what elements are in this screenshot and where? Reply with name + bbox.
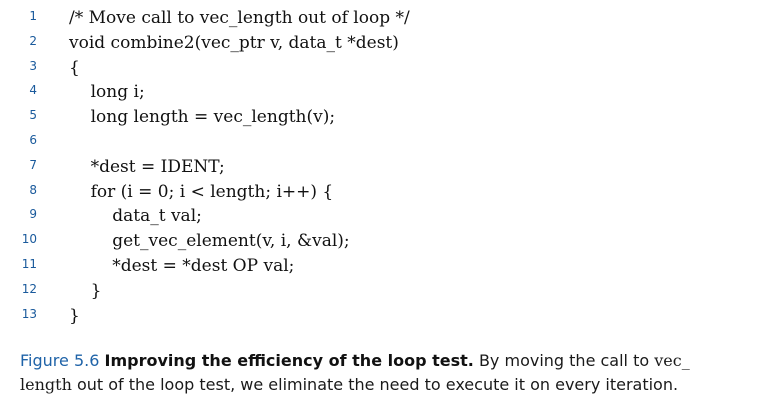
code-line-3: 3 { bbox=[0, 56, 781, 81]
line-number: 12 bbox=[21, 281, 37, 296]
line-number: 11 bbox=[21, 256, 37, 271]
code-line-8: 8 for (i = 0; i < length; i++) { bbox=[0, 180, 781, 205]
code-line-2: 2 void combine2(vec_ptr v, data_t *dest) bbox=[0, 31, 781, 56]
line-number: 10 bbox=[21, 232, 37, 247]
code-text: for (i = 0; i < length; i++) { bbox=[69, 181, 334, 202]
code-line-1: 1 /* Move call to vec_length out of loop… bbox=[0, 6, 781, 31]
line-number: 6 bbox=[29, 132, 37, 147]
caption-text-after: out of the loop test, we eliminate the n… bbox=[71, 375, 679, 394]
code-listing: 1 /* Move call to vec_length out of loop… bbox=[0, 6, 781, 328]
line-number: 2 bbox=[29, 33, 37, 48]
code-text: get_vec_element(v, i, &val); bbox=[69, 231, 350, 252]
line-number: 5 bbox=[29, 108, 37, 123]
code-text: void combine2(vec_ptr v, data_t *dest) bbox=[69, 32, 399, 53]
code-line-10: 10 get_vec_element(v, i, &val); bbox=[0, 229, 781, 254]
code-line-12: 12 } bbox=[0, 279, 781, 304]
line-number: 4 bbox=[29, 83, 37, 98]
code-line-6: 6 bbox=[0, 130, 781, 155]
line-number: 9 bbox=[29, 207, 37, 222]
code-text: } bbox=[69, 305, 80, 326]
line-number: 3 bbox=[29, 58, 37, 73]
code-text: long length = vec_length(v); bbox=[69, 107, 336, 128]
code-line-5: 5 long length = vec_length(v); bbox=[0, 105, 781, 130]
code-text: *dest = IDENT; bbox=[69, 156, 225, 177]
code-text: data_t val; bbox=[69, 206, 202, 227]
code-line-9: 9 data_t val; bbox=[0, 204, 781, 229]
figure-label: Figure 5.6 bbox=[20, 351, 100, 370]
code-line-4: 4 long i; bbox=[0, 80, 781, 105]
code-text: long i; bbox=[69, 82, 145, 103]
code-line-13: 13 } bbox=[0, 304, 781, 329]
line-number: 1 bbox=[29, 9, 37, 23]
line-number: 13 bbox=[21, 306, 37, 321]
code-text: /* Move call to vec_length out of loop *… bbox=[69, 8, 410, 28]
code-line-11: 11 *dest = *dest OP val; bbox=[0, 254, 781, 279]
code-text: { bbox=[69, 57, 80, 78]
line-number: 8 bbox=[29, 182, 37, 197]
code-text: *dest = *dest OP val; bbox=[69, 255, 295, 276]
code-text: } bbox=[69, 280, 102, 301]
caption-code-vec: vec_ bbox=[654, 351, 690, 370]
caption-code-length: length bbox=[20, 375, 72, 394]
figure-caption: Figure 5.6 Improving the efficiency of t… bbox=[20, 349, 765, 397]
caption-text-before: By moving the call to bbox=[473, 351, 655, 370]
figure-title: Improving the efficiency of the loop tes… bbox=[104, 351, 474, 370]
line-number: 7 bbox=[29, 157, 37, 172]
code-line-7: 7 *dest = IDENT; bbox=[0, 155, 781, 180]
